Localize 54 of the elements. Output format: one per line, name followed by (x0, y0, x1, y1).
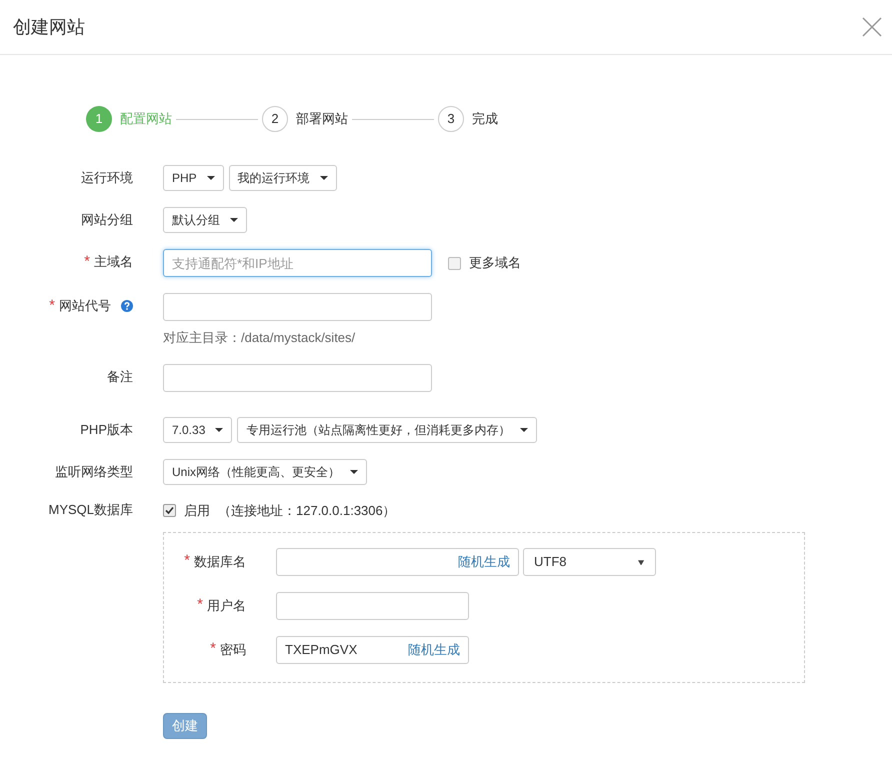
step-label: 完成 (472, 110, 498, 128)
required-mark: * (197, 595, 203, 616)
help-icon[interactable] (121, 300, 133, 312)
caret-icon (320, 176, 328, 180)
connection-note: （连接地址：127.0.0.1:3306） (218, 502, 396, 520)
step-label: 配置网站 (120, 110, 172, 128)
caret-icon (638, 558, 645, 564)
field-label: 监听网络类型 (55, 462, 133, 481)
caret-icon (230, 218, 238, 222)
dropdown[interactable]: 7.0.33 (163, 416, 232, 442)
dropdown[interactable]: PHP (163, 165, 224, 191)
checkbox-label: 启用 (184, 502, 210, 520)
step-number: 1 (86, 106, 112, 132)
step-label: 部署网站 (296, 110, 348, 128)
required-mark: * (184, 551, 190, 572)
dropdown[interactable]: 默认分组 (163, 207, 247, 233)
dropdown[interactable]: 我的运行环境 (228, 165, 337, 191)
text-field[interactable]: 随机生成 (276, 548, 519, 576)
field-label: 用户名 (207, 596, 246, 615)
hint-text: 对应主目录：/data/mystack/sites/ (163, 329, 356, 347)
caret-icon (215, 428, 224, 432)
field-label: MYSQL数据库 (48, 500, 133, 519)
field-label: PHP版本 (80, 420, 133, 439)
text-field[interactable] (163, 293, 432, 321)
close-icon[interactable] (862, 17, 882, 37)
text-field[interactable]: TXEPmGVX 随机生成 (276, 636, 469, 664)
check-icon (165, 506, 174, 515)
charset-dropdown[interactable]: UTF8 (523, 548, 656, 576)
field-label: 密码 (220, 640, 246, 659)
checkbox-label: 更多域名 (469, 254, 521, 272)
dialog-title: 创建网站 (13, 16, 85, 38)
required-mark: * (210, 639, 216, 660)
required-mark: * (49, 296, 55, 316)
field-label: 网站分组 (81, 211, 133, 230)
random-generate-link[interactable]: 随机生成 (458, 552, 510, 572)
text-field[interactable] (276, 592, 469, 620)
required-mark: * (84, 252, 90, 272)
text-field[interactable] (163, 364, 432, 392)
dropdown[interactable]: 专用运行池（站点隔离性更好，但消耗更多内存） (237, 416, 538, 442)
checkbox[interactable] (448, 256, 461, 270)
field-label: 主域名 (94, 253, 133, 272)
step-number: 2 (262, 106, 288, 132)
field-label: 网站代号 (59, 297, 111, 316)
caret-icon (520, 428, 528, 432)
text-field[interactable]: 支持通配符*和IP地址 (163, 249, 432, 277)
field-label: 数据库名 (194, 552, 246, 571)
caret-icon (206, 176, 215, 180)
field-label: 运行环境 (81, 169, 133, 188)
caret-icon (350, 470, 358, 474)
random-generate-link[interactable]: 随机生成 (408, 640, 460, 660)
checkbox[interactable] (163, 504, 176, 517)
step-number: 3 (438, 106, 464, 132)
field-label: 备注 (107, 368, 133, 386)
dropdown[interactable]: Unix网络（性能更高、更安全） (163, 458, 368, 484)
